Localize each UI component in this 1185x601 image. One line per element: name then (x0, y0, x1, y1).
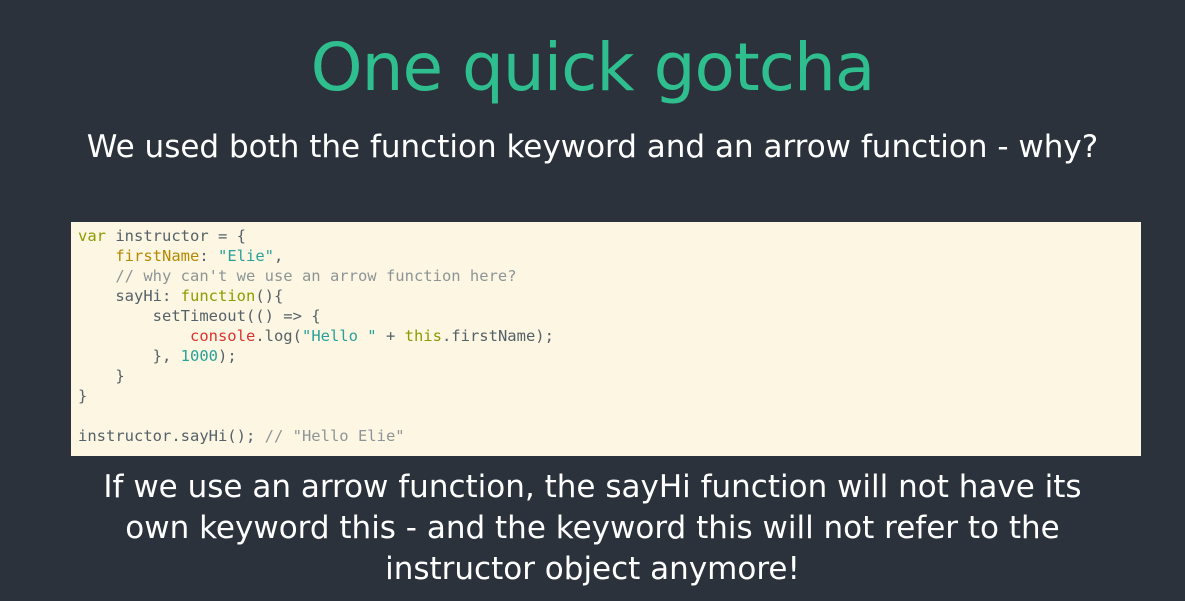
slide: One quick gotcha We used both the functi… (0, 0, 1185, 601)
code-token: instructor = { (106, 227, 246, 245)
code-token: (){ (255, 287, 284, 305)
code-line: var instructor = { (78, 227, 246, 245)
code-line: instructor.sayHi(); // "Hello Elie" (78, 427, 405, 445)
code-token: }, (78, 347, 181, 365)
code-token: , (274, 247, 284, 265)
code-token: // "Hello Elie" (264, 427, 405, 445)
code-line: console.log("Hello " + this.firstName); (78, 327, 554, 345)
code-token: .firstName); (441, 327, 554, 345)
slide-subtitle: We used both the function keyword and an… (86, 129, 1099, 165)
code-token: var (78, 227, 106, 245)
code-token: .log( (255, 327, 302, 345)
code-token: : (199, 247, 218, 265)
code-line: firstName: "Elie", (78, 247, 283, 265)
code-block: var instructor = { firstName: "Elie", //… (71, 222, 1141, 456)
code-line: }, 1000); (78, 347, 237, 365)
code-token: 1000 (180, 347, 218, 365)
code-token: "Hello " (301, 327, 377, 345)
code-token: sayHi: (78, 287, 181, 305)
code-line: } (78, 387, 87, 405)
code-token: firstName (115, 247, 200, 265)
code-token: "Elie" (218, 247, 274, 265)
code-line: } (78, 367, 125, 385)
code-line: // why can't we use an arrow function he… (78, 267, 517, 285)
code-token: instructor.sayHi(); (78, 427, 265, 445)
code-token: // why can't we use an arrow function he… (78, 267, 517, 285)
code-token: this (404, 327, 442, 345)
code-token: function (180, 287, 256, 305)
code-token: } (78, 367, 125, 385)
code-token: + (376, 327, 405, 345)
code-token: ); (217, 347, 237, 365)
code-token: console (189, 327, 256, 345)
slide-explanation: If we use an arrow function, the sayHi f… (103, 469, 1082, 587)
code-token: } (78, 387, 88, 405)
code-text: var instructor = { firstName: "Elie", //… (78, 226, 1134, 446)
code-line: setTimeout(() => { (78, 307, 321, 325)
code-token: setTimeout(() => { (78, 307, 321, 325)
slide-title: One quick gotcha (310, 29, 876, 106)
code-line: sayHi: function(){ (78, 287, 283, 305)
